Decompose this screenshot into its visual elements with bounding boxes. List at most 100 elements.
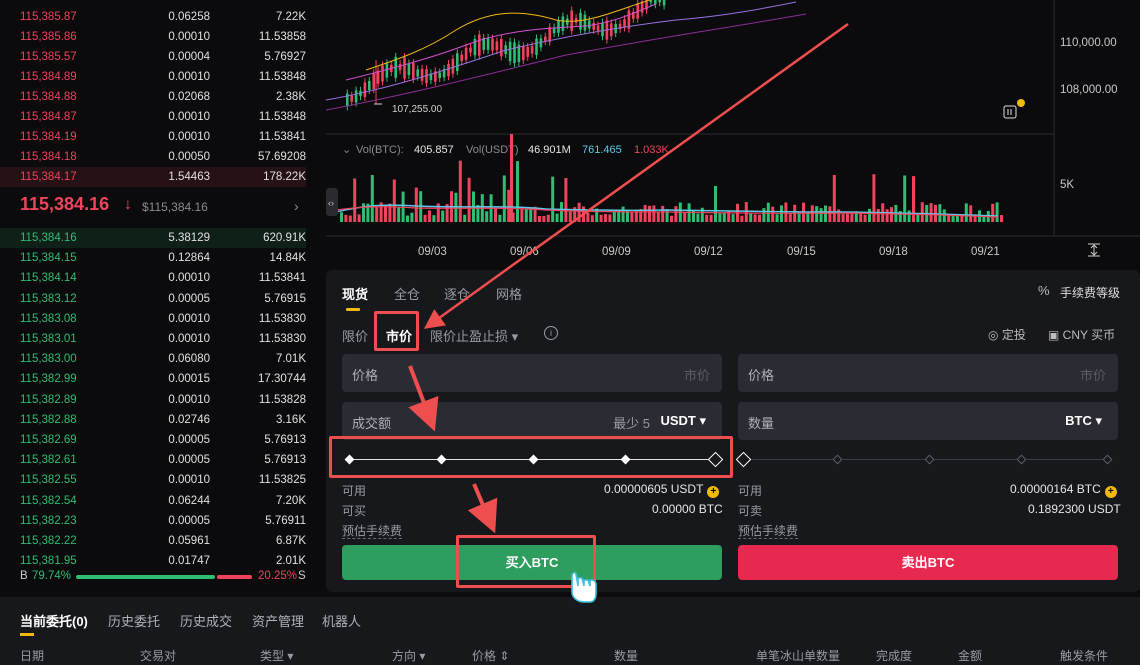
volume-bar [991, 203, 995, 222]
tab-bots[interactable]: 机器人 [322, 611, 361, 630]
bid-row[interactable]: 115,382.22 0.05961 6.87K [0, 531, 318, 551]
sell-btc-button[interactable]: 卖出BTC [738, 545, 1118, 580]
slider-mark-25[interactable] [832, 454, 843, 465]
bid-row[interactable]: 115,382.69 0.00005 5.76913 [0, 430, 318, 450]
ask-row[interactable]: 115,385.86 0.00010 11.53858 [0, 27, 318, 47]
ask-row[interactable]: 115,384.89 0.00010 11.53848 [0, 67, 318, 87]
info-icon[interactable]: i [544, 326, 558, 340]
volume-collapse-icon[interactable]: ⌄ [342, 144, 351, 156]
bid-row[interactable]: 115,382.55 0.00010 11.53825 [0, 470, 318, 490]
bid-row[interactable]: 115,382.88 0.02746 3.16K [0, 410, 318, 430]
indicator-toggle-icon[interactable] [1003, 99, 1025, 119]
column-header: 单笔冰山单数量 [756, 649, 841, 663]
ask-row[interactable]: 115,385.87 0.06258 7.22K [0, 7, 318, 27]
kline-chart-canvas[interactable]: 107,255.00 110,000.00 108,000.00 ⌄ Vol(B… [326, 0, 1140, 262]
volume-bar [648, 205, 651, 222]
ask-row[interactable]: 115,384.18 0.00050 57.69208 [0, 147, 318, 167]
column-header: 数量 [614, 649, 639, 663]
bid-row[interactable]: 115,383.01 0.00010 11.53830 [0, 329, 318, 349]
volume-bar [956, 215, 959, 222]
sell-unit-select[interactable]: BTC ▾ [1065, 413, 1102, 429]
recurring-label: 定投 [1001, 328, 1026, 342]
volume-tick: 5K [1060, 179, 1074, 191]
bid-row[interactable]: 115,382.61 0.00005 5.76913 [0, 450, 318, 470]
volume-bar [564, 178, 568, 222]
ask-row[interactable]: 115,384.88 0.02068 2.38K [0, 87, 318, 107]
volume-bar [560, 202, 563, 222]
bid-row[interactable]: 115,384.16 5.38129 620.91K [0, 228, 318, 248]
cny-buy-link[interactable]: ▣ CNY 买币 [1048, 326, 1115, 343]
ask-quantity: 0.00050 [168, 151, 210, 163]
bid-row[interactable]: 115,384.15 0.12864 14.84K [0, 248, 318, 268]
sell-percent-slider[interactable] [735, 451, 1113, 468]
column-header[interactable]: 价格 ⇕ [472, 647, 509, 664]
sell-fee-label[interactable]: 预估手续费 [738, 522, 799, 539]
ask-row[interactable]: 115,384.19 0.00010 11.53841 [0, 127, 318, 147]
transfer-coin-icon[interactable]: + [707, 486, 720, 498]
kline-chart[interactable]: 107,255.00 110,000.00 108,000.00 ⌄ Vol(B… [326, 0, 1140, 262]
buy-amount-input[interactable]: 成交额 最少 5 USDT ▾ [342, 402, 722, 440]
volume-bar [744, 202, 748, 222]
tab-cross-margin[interactable]: 全仓 [394, 284, 420, 303]
ask-row[interactable]: 115,384.87 0.00010 11.53848 [0, 107, 318, 127]
bid-row[interactable]: 115,382.23 0.00005 5.76911 [0, 511, 318, 531]
ask-row[interactable]: 115,385.57 0.00004 5.76927 [0, 47, 318, 67]
transfer-coin-icon[interactable]: + [1104, 486, 1117, 498]
buy-unit-select[interactable]: USDT ▾ [660, 413, 706, 429]
slider-mark-75[interactable] [1016, 454, 1027, 465]
tab-isolated-margin[interactable]: 逐仓 [444, 284, 470, 303]
bid-total: 11.53828 [258, 393, 306, 406]
tab-assets[interactable]: 资产管理 [252, 611, 304, 630]
fee-level-link[interactable]: 手续费等级 [1060, 284, 1120, 301]
ask-price: 115,384.87 [20, 111, 77, 123]
bid-row[interactable]: 115,383.12 0.00005 5.76915 [0, 289, 318, 309]
highlight-buy-button [456, 535, 596, 588]
tab-spot[interactable]: 现货 [342, 284, 368, 303]
tab-grid[interactable]: 网格 [496, 284, 522, 303]
bid-quantity: 0.05961 [168, 535, 210, 547]
volume-bar [665, 209, 669, 222]
buy-amount-label: 成交额 [352, 416, 392, 431]
slider-mark-100[interactable] [1102, 454, 1113, 465]
column-header[interactable]: 类型 ▾ [260, 647, 293, 664]
order-type-limit[interactable]: 限价 [342, 326, 368, 345]
recurring-buy-link[interactable]: ◎ 定投 [988, 326, 1026, 343]
chart-scroll-handle-icon[interactable]: ‹› [326, 188, 338, 216]
volume-bar [652, 205, 656, 222]
tab-trade-history[interactable]: 历史成交 [180, 611, 232, 630]
orders-panel: 当前委托(0) 历史委托 历史成交 资产管理 机器人 日期 交易对 类型 ▾ 方… [0, 597, 1140, 665]
bid-row[interactable]: 115,384.14 0.00010 11.53841 [0, 268, 318, 288]
percent-icon[interactable]: % [1038, 283, 1050, 298]
volume-bar [586, 212, 590, 222]
fit-screen-icon[interactable] [1088, 243, 1100, 257]
bid-row[interactable]: 115,382.54 0.06244 7.20K [0, 491, 318, 511]
volume-bar [476, 204, 480, 222]
order-type-stop-limit[interactable]: 限价止盈止损 ▾ [430, 326, 518, 345]
tab-order-history[interactable]: 历史委托 [108, 611, 160, 630]
chevron-right-icon[interactable]: › [294, 198, 299, 214]
buy-fee-label[interactable]: 预估手续费 [342, 522, 403, 539]
tab-open-orders[interactable]: 当前委托(0) [20, 611, 88, 630]
buy-available-label: 可用 [342, 484, 367, 498]
bid-price: 115,383.00 [20, 353, 77, 366]
bid-row[interactable]: 115,382.89 0.00010 11.53828 [0, 390, 318, 410]
sell-qty-input[interactable]: 数量 BTC ▾ [738, 402, 1118, 440]
ask-total: 178.22K [263, 171, 306, 183]
buy-max-label: 可买 [342, 504, 367, 518]
volume-bar [929, 203, 933, 222]
volume-bar [850, 213, 854, 222]
bid-row[interactable]: 115,382.99 0.00015 17.30744 [0, 369, 318, 389]
slider-handle[interactable] [735, 451, 752, 468]
sell-price-field: 价格 市价 [738, 354, 1118, 392]
volume-bar [621, 206, 625, 222]
slider-mark-50[interactable] [924, 454, 935, 465]
volume-bar [872, 174, 876, 222]
column-header[interactable]: 方向 ▾ [392, 647, 425, 664]
volume-bar [590, 215, 594, 222]
bid-row[interactable]: 115,383.00 0.06080 7.01K [0, 349, 318, 369]
bid-row[interactable]: 115,383.08 0.00010 11.53830 [0, 309, 318, 329]
ask-row[interactable]: 115,384.17 1.54463 178.22K [0, 167, 318, 187]
bid-quantity: 0.00005 [168, 514, 210, 527]
volume-bar [683, 212, 687, 222]
volume-bar [423, 214, 427, 222]
